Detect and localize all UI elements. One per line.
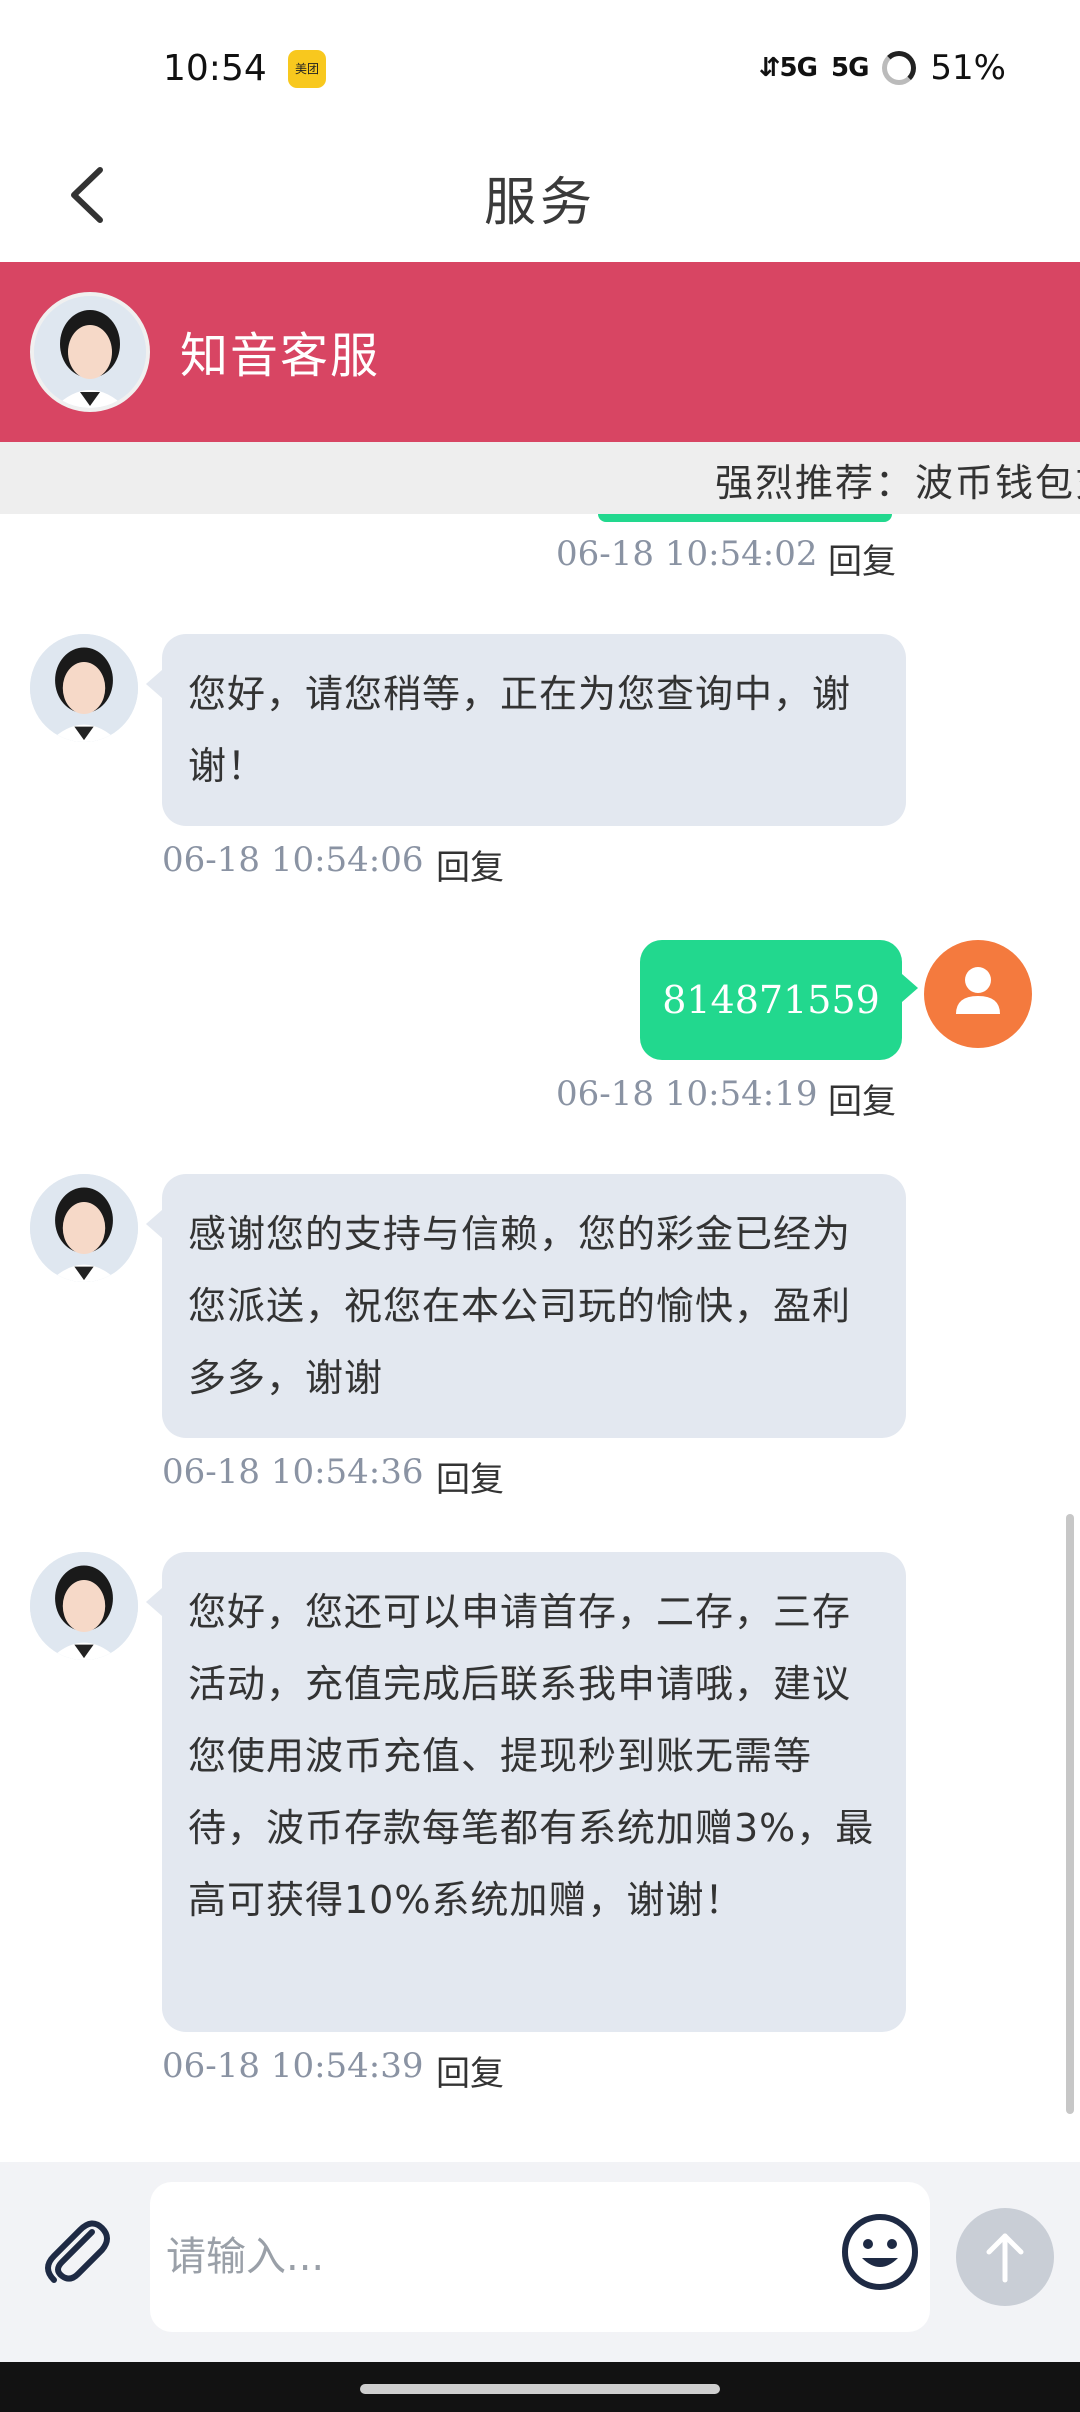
announcement-marquee[interactable]: 强烈推荐：波币钱包充 — [0, 442, 1080, 514]
status-indicators: ⇵5G 5G 51% — [759, 48, 1006, 88]
service-name: 知音客服 — [180, 328, 381, 384]
message-time: 06-18 10:54:36 — [162, 1452, 424, 1492]
chat-list[interactable]: 06-18 10:54:02 回复 您好，请您稍等，正在为您查询中，谢谢！ 06… — [0, 514, 1080, 2162]
status-time: 10:54 — [163, 48, 267, 89]
user-avatar — [924, 940, 1032, 1048]
meituan-app-icon: 美团 — [288, 50, 326, 88]
agent-avatar — [30, 1174, 138, 1282]
page-title: 服务 — [483, 173, 596, 233]
message-bubble-right — [598, 514, 892, 522]
service-avatar — [30, 292, 150, 412]
reply-link[interactable]: 回复 — [436, 2046, 504, 2095]
send-button[interactable] — [956, 2208, 1054, 2306]
reply-link[interactable]: 回复 — [828, 1074, 896, 1123]
arrow-up-icon — [986, 2233, 1024, 2283]
message-bubble-left: 您好，您还可以申请首存，二存，三存活动，充值完成后联系我申请哦，建议您使用波币充… — [146, 1552, 906, 2032]
reply-link[interactable]: 回复 — [828, 534, 896, 583]
message-time: 06-18 10:54:06 — [162, 840, 424, 880]
system-nav-bar — [0, 2362, 1080, 2412]
signal-1-icon: ⇵5G — [758, 53, 818, 83]
signal-2-icon: 5G — [830, 53, 869, 83]
battery-percent: 51% — [930, 48, 1006, 88]
emoji-icon[interactable] — [840, 2212, 920, 2292]
nav-header: 服务 — [0, 130, 1080, 262]
message-bubble-right: 814871559 — [640, 940, 918, 1060]
message-time: 06-18 10:54:02 — [556, 534, 818, 574]
agent-avatar — [30, 1552, 138, 1660]
attachment-icon[interactable] — [34, 2210, 114, 2290]
user-icon — [956, 967, 1000, 1014]
reply-link[interactable]: 回复 — [436, 840, 504, 889]
home-indicator[interactable] — [360, 2384, 720, 2394]
scrollbar[interactable] — [1066, 1514, 1074, 2114]
message-bubble-left: 您好，请您稍等，正在为您查询中，谢谢！ — [146, 634, 906, 826]
service-banner: 知音客服 — [0, 262, 1080, 442]
battery-icon — [882, 51, 917, 85]
message-bubble-left: 感谢您的支持与信赖，您的彩金已经为您派送，祝您在本公司玩的愉快，盈利多多，谢谢 — [146, 1174, 906, 1438]
message-input-bar — [0, 2162, 1080, 2362]
status-bar: 10:54 美团 ⇵5G 5G 51% — [0, 0, 1080, 130]
agent-avatar — [30, 634, 138, 742]
reply-link[interactable]: 回复 — [436, 1452, 504, 1501]
message-input[interactable] — [150, 2182, 930, 2332]
message-time: 06-18 10:54:19 — [556, 1074, 818, 1114]
marquee-text: 强烈推荐：波币钱包充 — [715, 461, 1080, 505]
message-time: 06-18 10:54:39 — [162, 2046, 424, 2086]
